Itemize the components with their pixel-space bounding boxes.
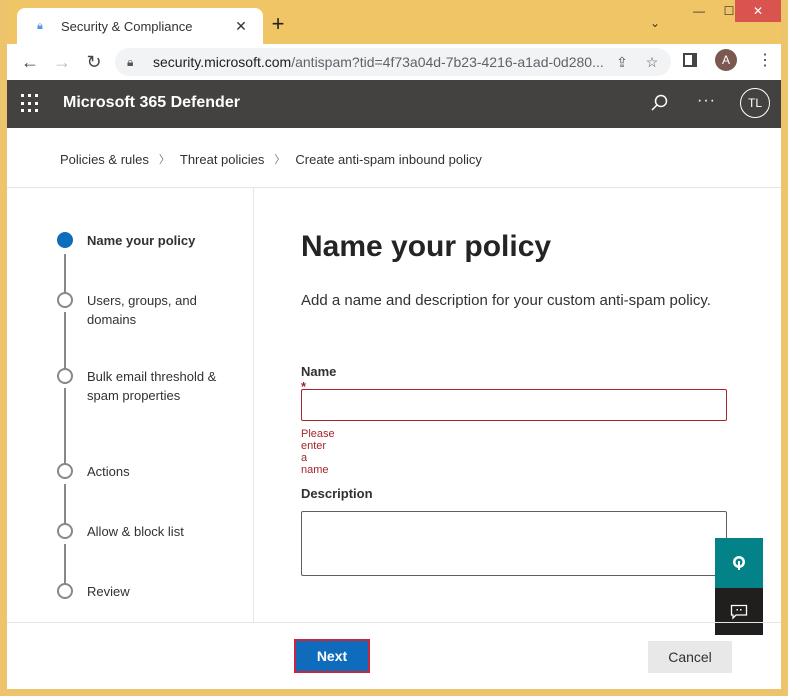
breadcrumb-current: Create anti-spam inbound policy — [295, 151, 482, 167]
headset-icon — [733, 556, 745, 570]
reload-icon[interactable]: ↻ — [83, 51, 105, 73]
step-users-groups-domains[interactable]: Users, groups, and domains — [57, 291, 217, 329]
url-host: security.microsoft.com — [153, 54, 292, 70]
back-arrow-icon[interactable]: ← — [19, 51, 41, 73]
name-input[interactable] — [301, 389, 727, 421]
step-pending-icon — [57, 583, 73, 599]
step-pending-icon — [57, 463, 73, 479]
chat-feedback-icon — [730, 604, 748, 620]
step-pending-icon — [57, 292, 73, 308]
app-title[interactable]: Microsoft 365 Defender — [63, 94, 240, 112]
tab-strip: 🔒︎ Security & Compliance ✕ + ⌄ — ☐ ✕ — [7, 0, 781, 44]
wizard-steps: Name your policy Users, groups, and doma… — [7, 188, 254, 622]
next-button[interactable]: Next — [294, 639, 370, 673]
forward-arrow-icon[interactable]: → — [51, 51, 73, 73]
step-connector — [64, 544, 66, 586]
step-label: Review — [87, 584, 130, 599]
step-allow-block-list[interactable]: Allow & block list — [57, 522, 217, 541]
step-label: Allow & block list — [87, 524, 184, 539]
step-actions[interactable]: Actions — [57, 462, 217, 481]
step-label: Name your policy — [87, 233, 196, 248]
step-label: Users, groups, and domains — [87, 293, 197, 327]
padlock-icon: 🔒︎ — [127, 54, 134, 69]
breadcrumb-threat-policies[interactable]: Threat policies — [180, 152, 265, 167]
step-label: Bulk email threshold & spam properties — [87, 369, 217, 403]
chevron-right-icon: 〉 — [158, 154, 170, 166]
address-bar[interactable]: 🔒︎ security.microsoft.com/antispam?tid=4… — [115, 48, 671, 76]
step-connector — [64, 484, 66, 526]
chevron-down-icon[interactable]: ⌄ — [650, 16, 660, 30]
step-pending-icon — [57, 523, 73, 539]
app-header: Microsoft 365 Defender ··· TL — [7, 80, 781, 128]
step-name-your-policy[interactable]: Name your policy — [57, 231, 217, 250]
more-options-icon[interactable]: ··· — [697, 92, 716, 110]
user-avatar[interactable]: TL — [740, 88, 770, 118]
page-title: Name your policy — [301, 230, 552, 263]
share-icon[interactable]: ⇪ — [611, 54, 633, 71]
window-close-button[interactable]: ✕ — [735, 0, 781, 22]
page-content: Policies & rules 〉 Threat policies 〉 Cre… — [7, 128, 781, 689]
step-bulk-email-threshold[interactable]: Bulk email threshold & spam properties — [57, 367, 217, 405]
chevron-right-icon: 〉 — [274, 154, 286, 166]
profile-avatar[interactable]: A — [715, 49, 737, 71]
app-launcher-icon[interactable] — [21, 94, 41, 114]
search-icon[interactable] — [649, 93, 669, 113]
close-tab-icon[interactable]: ✕ — [231, 18, 251, 35]
description-label: Description — [301, 486, 373, 501]
side-panel-icon[interactable] — [683, 53, 697, 67]
minimize-button[interactable]: — — [685, 0, 713, 22]
step-pending-icon — [57, 368, 73, 384]
step-review[interactable]: Review — [57, 582, 217, 601]
browser-window: 🔒︎ Security & Compliance ✕ + ⌄ — ☐ ✕ ← →… — [7, 0, 781, 689]
footer-divider — [7, 622, 781, 623]
new-tab-button[interactable]: + — [267, 13, 289, 35]
tab-title: Security & Compliance — [61, 18, 193, 34]
cancel-button[interactable]: Cancel — [648, 641, 732, 673]
step-current-icon — [57, 232, 73, 248]
browser-toolbar: ← → ↻ 🔒︎ security.microsoft.com/antispam… — [7, 44, 781, 80]
form-description: Add a name and description for your cust… — [301, 292, 711, 309]
help-button[interactable] — [715, 538, 763, 588]
name-label-text: Name — [301, 364, 337, 379]
browser-menu-icon[interactable]: ⋮ — [757, 51, 773, 71]
breadcrumb-policies-rules[interactable]: Policies & rules — [60, 152, 149, 167]
feedback-button[interactable] — [715, 588, 763, 635]
lock-icon: 🔒︎ — [37, 19, 43, 32]
url-text[interactable]: security.microsoft.com/antispam?tid=4f73… — [153, 54, 611, 70]
browser-tab[interactable]: 🔒︎ Security & Compliance ✕ — [17, 8, 263, 44]
description-input[interactable] — [301, 511, 727, 576]
star-icon[interactable]: ☆ — [641, 54, 663, 71]
breadcrumb: Policies & rules 〉 Threat policies 〉 Cre… — [60, 151, 482, 167]
step-label: Actions — [87, 464, 130, 479]
url-path: /antispam?tid=4f73a04d-7b23-4216-a1ad-0d… — [291, 54, 604, 70]
name-error-message: Please enter a name — [301, 428, 335, 476]
